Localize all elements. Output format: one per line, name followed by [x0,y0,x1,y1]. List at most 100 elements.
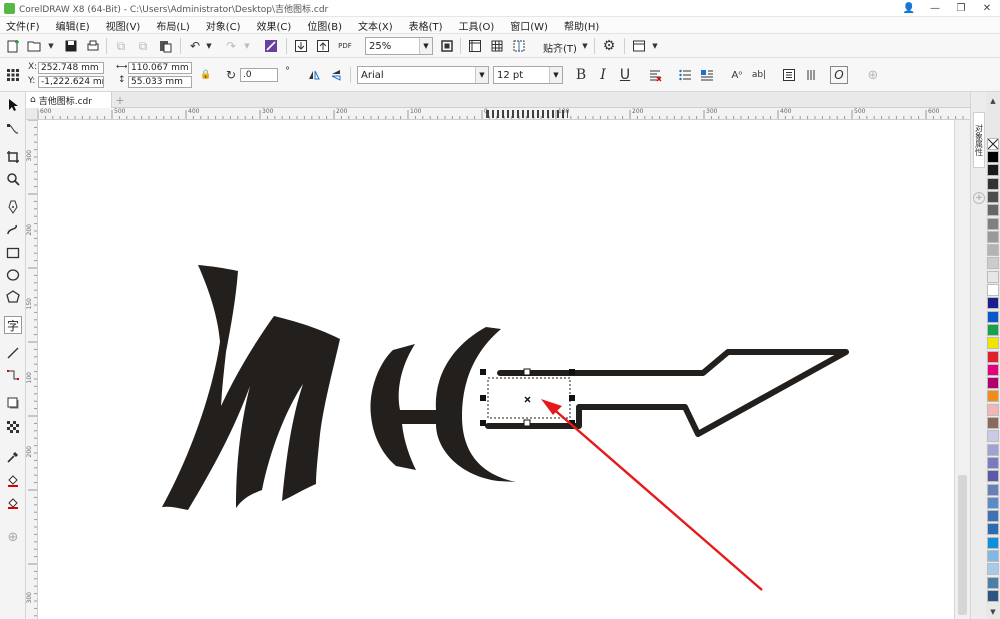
parallel-dimension-icon[interactable] [4,344,22,362]
vertical-ruler[interactable]: 300 200 150 100 200 300 [26,120,38,619]
y-position-field[interactable]: -1,222.624 mm [38,76,104,88]
print-icon[interactable] [84,37,102,55]
palette-scroll-up-icon[interactable]: ▲ [986,96,1000,106]
font-size-combo[interactable]: 12 pt ▼ [493,66,563,84]
crop-tool-icon[interactable] [4,148,22,166]
color-swatch[interactable] [987,217,999,230]
full-screen-preview-icon[interactable] [438,37,456,55]
save-icon[interactable] [62,37,80,55]
text-tool-icon[interactable]: 字 [4,316,22,334]
add-tab-button[interactable]: + [114,94,126,107]
color-swatch[interactable] [987,390,999,403]
object-origin-icon[interactable] [4,66,22,84]
menu-text[interactable]: 文本(X) [358,18,393,33]
text-alignment-icon[interactable] [646,66,664,84]
rotation-angle-field[interactable]: .0 [240,68,278,82]
color-swatch[interactable] [987,270,999,283]
close-button[interactable]: ✕ [974,0,1000,17]
smart-fill-icon[interactable] [4,494,22,512]
color-swatch[interactable] [987,470,999,483]
scrollbar-thumb[interactable] [958,475,967,615]
color-swatch[interactable] [987,563,999,576]
color-swatch[interactable] [987,403,999,416]
menu-file[interactable]: 文件(F) [6,18,40,33]
color-swatch[interactable] [987,377,999,390]
guitar-logo-m-shape[interactable] [162,265,340,510]
copy-icon[interactable]: ⧉ [134,37,152,55]
polygon-tool-icon[interactable] [4,288,22,306]
account-icon[interactable]: 👤 [896,0,922,17]
color-swatch[interactable] [987,496,999,509]
menu-object[interactable]: 对象(C) [206,18,241,33]
cut-icon[interactable]: ⧉ [112,37,130,55]
shadow-tool-icon[interactable] [4,394,22,412]
palette-scroll-down-icon[interactable]: ▼ [986,607,1000,617]
show-grid-icon[interactable] [488,37,506,55]
object-properties-tab[interactable]: 对象属性 [973,112,985,168]
transparency-tool-icon[interactable] [4,418,22,436]
menu-table[interactable]: 表格(T) [409,18,443,33]
horizontal-text-icon[interactable] [780,66,798,84]
italic-button[interactable]: I [594,66,612,84]
color-swatch[interactable] [987,337,999,350]
color-swatch[interactable] [987,510,999,523]
guitar-neck-outline[interactable] [485,349,849,437]
lock-ratio-icon[interactable]: 🔒 [197,66,215,84]
chevron-down-icon[interactable]: ▼ [475,67,488,83]
add-docker-icon[interactable]: + [973,192,985,204]
color-swatch[interactable] [987,230,999,243]
color-swatch[interactable] [987,456,999,469]
color-swatch[interactable] [987,204,999,217]
color-swatch[interactable] [987,536,999,549]
new-document-icon[interactable] [4,37,22,55]
menu-layout[interactable]: 布局(L) [156,18,189,33]
bullet-list-icon[interactable] [676,66,694,84]
vertical-scrollbar[interactable] [954,120,970,619]
interactive-fill-icon[interactable] [4,472,22,490]
menu-tools[interactable]: 工具(O) [459,18,495,33]
snap-dropdown-icon[interactable]: ▼ [576,37,594,55]
color-swatch[interactable] [987,323,999,336]
color-swatch[interactable] [987,576,999,589]
import-icon[interactable] [292,37,310,55]
zoom-tool-icon[interactable] [4,170,22,188]
pick-tool-icon[interactable] [4,96,22,114]
zoom-level-combo[interactable]: 25% ▼ [365,37,433,55]
artistic-media-icon[interactable] [4,220,22,238]
eyedropper-tool-icon[interactable] [4,448,22,466]
snap-to-dropdown[interactable]: 贴齐(T) [543,40,577,55]
paste-icon[interactable] [156,37,174,55]
chevron-down-icon[interactable]: ▼ [419,38,432,54]
restore-button[interactable]: ❐ [948,0,974,17]
undo-dropdown-icon[interactable]: ▼ [200,37,218,55]
export-icon[interactable] [314,37,332,55]
color-swatch[interactable] [987,190,999,203]
color-swatch[interactable] [987,443,999,456]
change-case-icon[interactable]: Aᵒ [728,66,746,84]
show-guidelines-icon[interactable] [510,37,528,55]
redo-dropdown-icon[interactable]: ▼ [238,37,256,55]
bold-button[interactable]: B [572,66,590,84]
add-tool-icon[interactable]: ⊕ [4,528,22,546]
color-swatch[interactable] [987,177,999,190]
drop-cap-icon[interactable] [698,66,716,84]
horizontal-ruler[interactable]: 600 500 400 300 200 100 0 100 200 300 40… [38,108,970,120]
minimize-button[interactable]: — [922,0,948,17]
chevron-down-icon[interactable]: ▼ [549,67,562,83]
menu-help[interactable]: 帮助(H) [564,18,599,33]
launcher-dropdown-icon[interactable]: ▼ [646,37,664,55]
drawing-canvas[interactable] [38,120,954,619]
object-height-field[interactable]: 55.033 mm [128,76,192,88]
menu-view[interactable]: 视图(V) [106,18,141,33]
mirror-horizontal-icon[interactable] [305,66,323,84]
menu-bitmaps[interactable]: 位图(B) [307,18,342,33]
color-swatch[interactable] [987,417,999,429]
connector-tool-icon[interactable] [4,366,22,384]
menu-edit[interactable]: 编辑(E) [56,18,90,33]
interactive-ot-icon[interactable]: O [830,66,848,84]
color-swatch[interactable] [987,164,999,177]
vertical-text-icon[interactable] [802,66,820,84]
no-color-swatch[interactable] [987,138,999,150]
ellipse-tool-icon[interactable] [4,266,22,284]
freehand-tool-icon[interactable] [4,198,22,216]
